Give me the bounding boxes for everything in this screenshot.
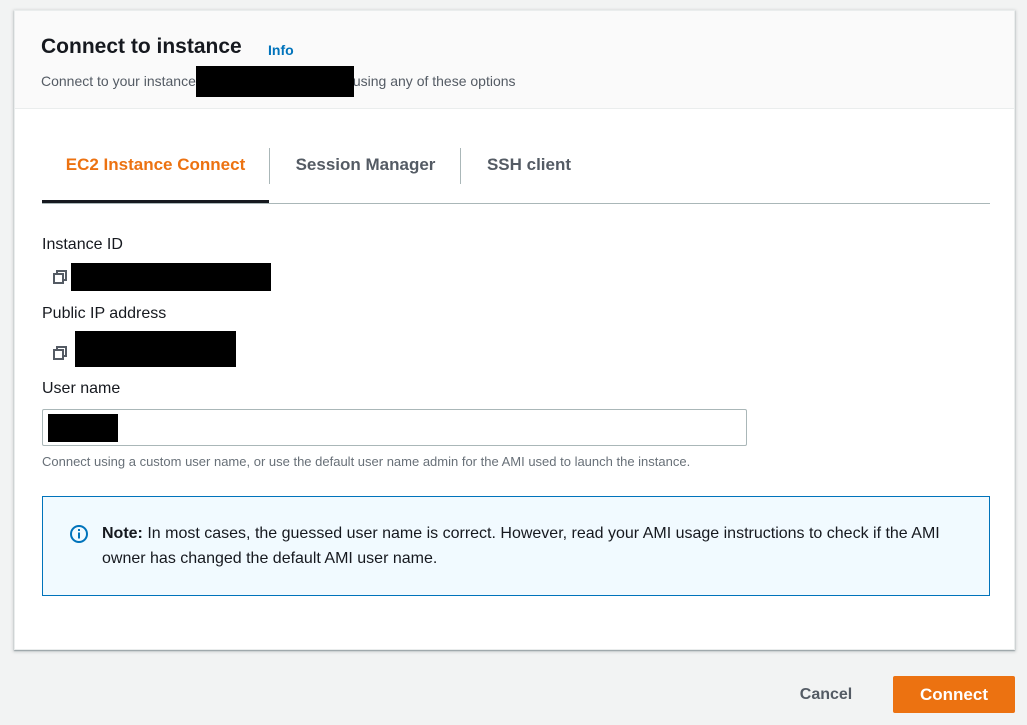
note-alert: Note: In most cases, the guessed user na… xyxy=(42,496,990,596)
redacted-public-ip xyxy=(75,331,236,367)
connect-button[interactable]: Connect xyxy=(893,676,1015,713)
user-name-label: User name xyxy=(42,380,121,397)
tab-ssh-client[interactable]: SSH client xyxy=(461,146,597,202)
user-name-input[interactable] xyxy=(42,409,747,446)
subtitle-after: using any of these options xyxy=(352,73,516,90)
instance-id-label: Instance ID xyxy=(42,236,123,253)
copy-icon[interactable] xyxy=(52,345,68,361)
user-name-hint: Connect using a custom user name, or use… xyxy=(42,454,691,469)
tab-ec2-instance-connect[interactable]: EC2 Instance Connect xyxy=(42,146,269,203)
note-label: Note: xyxy=(102,525,143,542)
note-body: In most cases, the guessed user name is … xyxy=(102,525,940,567)
public-ip-label: Public IP address xyxy=(42,305,167,322)
page-subtitle: Connect to your instance using any of the… xyxy=(41,66,516,98)
info-link[interactable]: Info xyxy=(268,42,294,58)
info-icon xyxy=(70,525,88,543)
connection-tabs: EC2 Instance Connect Session Manager SSH… xyxy=(42,146,990,204)
cancel-button[interactable]: Cancel xyxy=(784,676,868,713)
tab-session-manager[interactable]: Session Manager xyxy=(270,146,461,202)
copy-icon[interactable] xyxy=(52,269,68,285)
subtitle-before: Connect to your instance xyxy=(41,73,196,90)
redacted-instance-name xyxy=(195,66,354,97)
page-title: Connect to instance xyxy=(41,35,242,58)
redacted-instance-id xyxy=(71,263,271,291)
note-text: Note: In most cases, the guessed user na… xyxy=(102,521,972,571)
connect-panel: Connect to instance Info Connect to your… xyxy=(14,10,1015,650)
panel-header: Connect to instance Info Connect to your… xyxy=(15,11,1014,109)
redacted-user-name xyxy=(48,414,118,442)
